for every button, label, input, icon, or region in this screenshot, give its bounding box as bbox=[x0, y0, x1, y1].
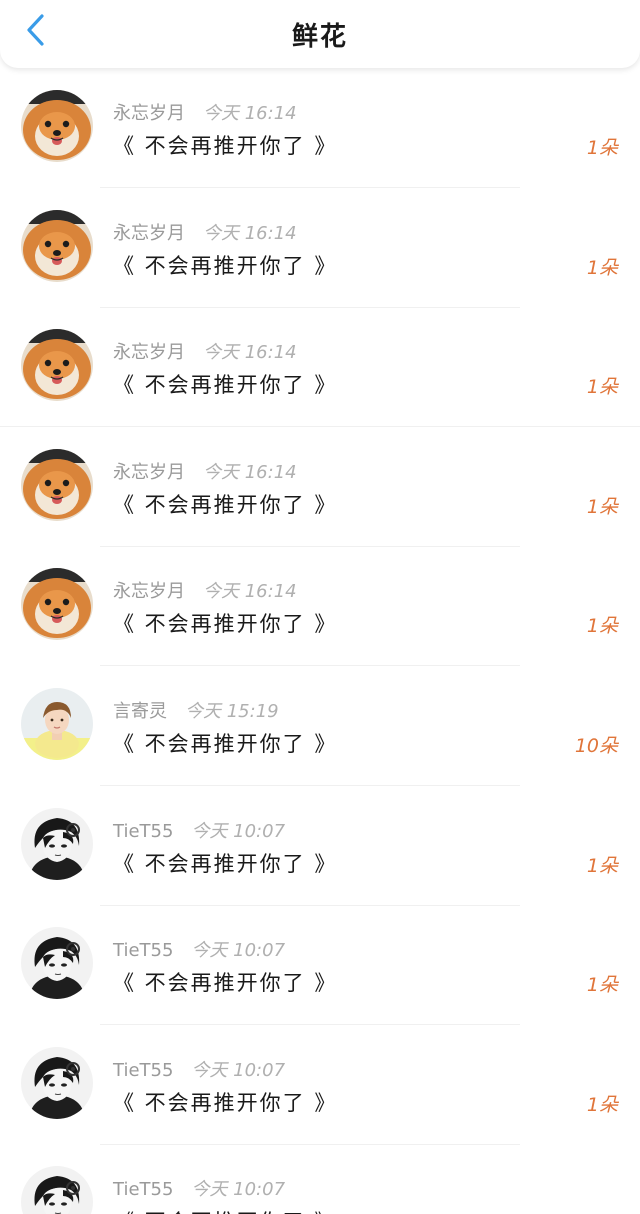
sender-name[interactable]: 言寄灵 bbox=[113, 701, 167, 722]
flower-count: 1朵 bbox=[586, 495, 618, 518]
list-item[interactable]: 永忘岁月 今天 16:14 《 不会再推开你了 》 1朵 bbox=[0, 314, 640, 434]
sender-name[interactable]: TieT55 bbox=[113, 821, 173, 842]
timestamp: 今天 16:14 bbox=[203, 103, 297, 124]
timestamp: 今天 15:19 bbox=[185, 700, 279, 722]
sender-name[interactable]: 永忘岁月 bbox=[113, 223, 185, 244]
flower-list[interactable]: 永忘岁月 今天 16:14 《 不会再推开你了 》 1朵 永忘岁月 今天 16:14 《 … bbox=[0, 75, 640, 1214]
row-divider bbox=[100, 784, 520, 786]
list-item[interactable]: 永忘岁月 今天 16:14 《 不会再推开你了 》 1朵 bbox=[0, 195, 640, 315]
timestamp: 今天 10:07 bbox=[191, 1059, 286, 1081]
sender-name[interactable]: 永忘岁月 bbox=[113, 103, 185, 124]
gift-message: 《 不会再推开你了 》 bbox=[113, 1090, 338, 1115]
sender-name[interactable]: TieT55 bbox=[113, 940, 173, 961]
sender-name[interactable]: 永忘岁月 bbox=[113, 462, 185, 483]
avatar[interactable] bbox=[21, 568, 93, 641]
sender-meta: 言寄灵 今天 15:19 bbox=[113, 697, 279, 723]
gift-message: 《 不会再推开你了 》 bbox=[113, 492, 338, 517]
sender-meta: TieT55 今天 10:07 bbox=[113, 1056, 285, 1082]
sender-name[interactable]: TieT55 bbox=[113, 1179, 173, 1200]
timestamp: 今天 16:14 bbox=[203, 222, 297, 244]
sender-meta: TieT55 今天 10:07 bbox=[113, 936, 285, 962]
avatar[interactable] bbox=[21, 448, 93, 521]
timestamp: 今天 10:07 bbox=[191, 820, 286, 842]
timestamp: 今天 16:14 bbox=[203, 342, 297, 364]
gift-message: 《 不会再推开你了 》 bbox=[113, 1206, 337, 1214]
list-item[interactable]: 永忘岁月 今天 16:14 《 不会再推开你了 》 1朵 bbox=[0, 75, 640, 195]
flower-count: 1朵 bbox=[586, 1093, 618, 1116]
row-divider bbox=[0, 426, 640, 428]
sender-name[interactable]: 永忘岁月 bbox=[113, 342, 185, 363]
gift-message: 《 不会再推开你了 》 bbox=[113, 253, 338, 278]
avatar[interactable] bbox=[21, 927, 93, 1000]
row-divider bbox=[100, 665, 520, 667]
sender-meta: 永忘岁月 今天 16:14 bbox=[113, 99, 297, 125]
list-item[interactable]: TieT55 今天 10:07 《 不会再推开你了 》 1朵 bbox=[0, 1032, 640, 1152]
timestamp: 今天 10:07 bbox=[191, 1179, 286, 1201]
flower-count: 1朵 bbox=[586, 974, 618, 997]
sender-meta: 永忘岁月 今天 16:14 bbox=[113, 338, 297, 364]
gift-message: 《 不会再推开你了 》 bbox=[113, 851, 338, 876]
avatar[interactable] bbox=[21, 1046, 93, 1119]
avatar[interactable] bbox=[21, 687, 93, 760]
gift-message: 《 不会再推开你了 》 bbox=[113, 134, 338, 158]
row-divider bbox=[100, 545, 520, 547]
avatar[interactable] bbox=[21, 209, 93, 282]
flower-count: 1朵 bbox=[586, 376, 618, 399]
list-item[interactable]: TieT55 今天 10:07 《 不会再推开你了 》 1朵 bbox=[0, 912, 640, 1032]
row-divider bbox=[100, 904, 520, 906]
sender-meta: 永忘岁月 今天 16:14 bbox=[113, 219, 297, 245]
flower-count: 1朵 bbox=[586, 615, 618, 638]
timestamp: 今天 10:07 bbox=[191, 940, 286, 962]
list-item[interactable]: 言寄灵 今天 15:19 《 不会再推开你了 》 10朵 bbox=[0, 673, 640, 793]
page: 鲜花 永忘岁月 今天 16:14 《 不会再推开你了 》 1朵 永忘岁月 今天 16:1… bbox=[0, 0, 640, 1214]
row-divider bbox=[100, 1024, 520, 1026]
sender-name[interactable]: TieT55 bbox=[113, 1060, 173, 1081]
flower-count: 1朵 bbox=[586, 137, 618, 159]
page-title: 鲜花 bbox=[291, 22, 348, 52]
sender-meta: 永忘岁月 今天 16:14 bbox=[113, 458, 297, 484]
list-item[interactable]: 永忘岁月 今天 16:14 《 不会再推开你了 》 1朵 bbox=[0, 434, 640, 554]
avatar[interactable] bbox=[21, 90, 93, 162]
flower-count: 1朵 bbox=[586, 854, 618, 877]
avatar[interactable] bbox=[21, 1166, 93, 1214]
avatar[interactable] bbox=[21, 329, 93, 402]
sender-meta: 永忘岁月 今天 16:14 bbox=[113, 577, 297, 603]
row-divider bbox=[100, 187, 520, 188]
flower-count: 1朵 bbox=[586, 256, 618, 279]
gift-message: 《 不会再推开你了 》 bbox=[113, 971, 338, 996]
sender-meta: TieT55 今天 10:07 bbox=[113, 1175, 285, 1201]
sender-meta: TieT55 今天 10:07 bbox=[113, 817, 285, 843]
list-item[interactable]: TieT55 今天 10:07 《 不会再推开你了 》 bbox=[0, 1151, 640, 1214]
gift-message: 《 不会再推开你了 》 bbox=[113, 373, 338, 398]
sender-name[interactable]: 永忘岁月 bbox=[113, 581, 185, 602]
row-divider bbox=[100, 1143, 520, 1145]
timestamp: 今天 16:14 bbox=[203, 461, 297, 483]
gift-message: 《 不会再推开你了 》 bbox=[113, 612, 338, 637]
top-bar: 鲜花 bbox=[0, 0, 640, 68]
timestamp: 今天 16:14 bbox=[203, 581, 297, 603]
list-item[interactable]: TieT55 今天 10:07 《 不会再推开你了 》 1朵 bbox=[0, 793, 640, 913]
row-divider bbox=[100, 306, 520, 308]
flower-count: 10朵 bbox=[574, 734, 618, 757]
avatar[interactable] bbox=[21, 807, 93, 880]
gift-message: 《 不会再推开你了 》 bbox=[113, 731, 338, 756]
list-item[interactable]: 永忘岁月 今天 16:14 《 不会再推开你了 》 1朵 bbox=[0, 553, 640, 673]
